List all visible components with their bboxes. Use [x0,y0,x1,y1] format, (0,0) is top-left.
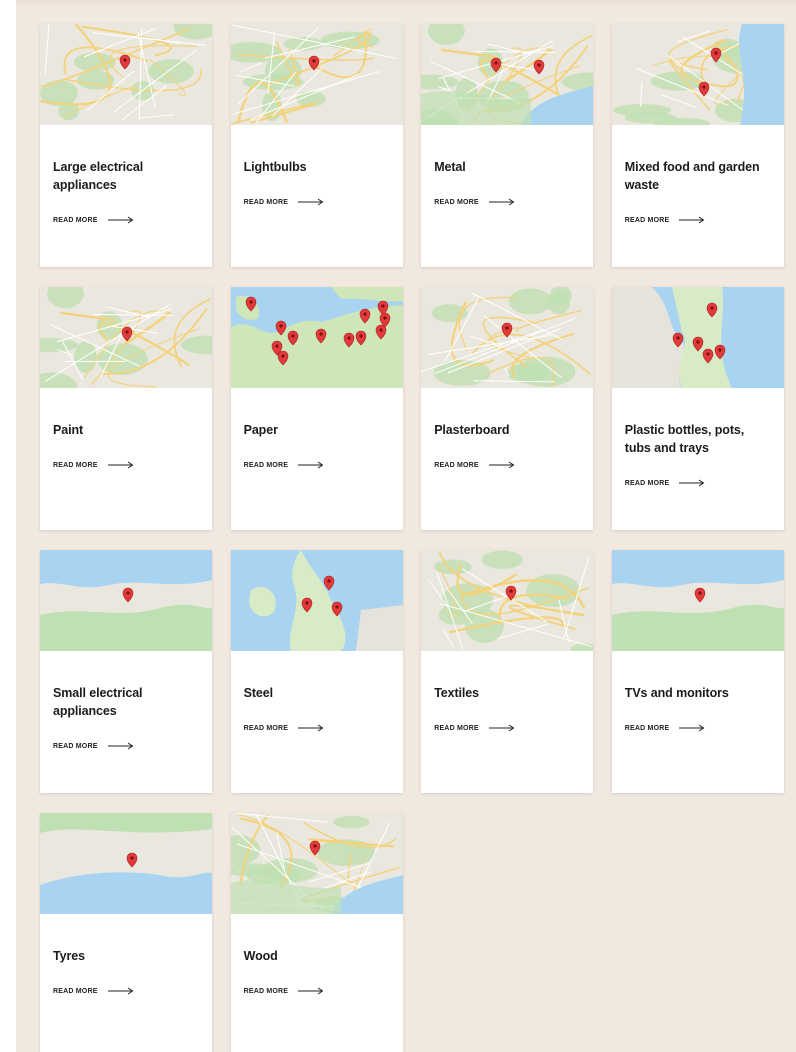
arrow-right-icon [679,724,705,732]
material-card-5[interactable]: Paint READ MORE [40,287,212,530]
material-title: Mixed food and garden waste [624,160,760,192]
arrow-right-icon [488,461,515,469]
arrow-right-icon [488,724,515,732]
arrow-right-icon [107,742,134,750]
arrow-right-icon [679,216,705,224]
location-map[interactable] [230,550,403,651]
read-more-link[interactable]: READ MORE [244,461,391,469]
read-more-link[interactable]: READ MORE [53,987,200,995]
read-more-label: READ MORE [53,742,98,750]
material-card-13[interactable]: Tyres READ MORE [40,813,212,1052]
material-title: Textiles [434,686,480,700]
read-more-link[interactable]: READ MORE [244,987,391,995]
location-map[interactable] [40,813,212,914]
read-more-label: READ MORE [243,987,289,995]
material-title: Steel [243,686,273,700]
material-title: Large electrical appliances [53,160,144,192]
location-map[interactable] [611,287,784,388]
read-more-label: READ MORE [434,724,479,732]
read-more-label: READ MORE [624,724,670,732]
arrow-right-icon [107,461,134,469]
read-more-label: READ MORE [53,461,98,469]
material-card-12[interactable]: TVs and monitors READ MORE [611,550,784,793]
location-map[interactable] [230,287,403,388]
material-title: Paint [53,423,84,437]
material-title: Paper [243,423,278,437]
material-card-11[interactable]: Textiles READ MORE [421,550,594,793]
location-map[interactable] [421,24,594,125]
location-map[interactable] [611,24,784,125]
read-more-link[interactable]: READ MORE [244,724,391,732]
arrow-right-icon [488,198,515,206]
read-more-link[interactable]: READ MORE [625,724,772,732]
read-more-link[interactable]: READ MORE [53,461,200,469]
read-more-link[interactable]: READ MORE [244,198,391,206]
material-card-3[interactable]: Metal READ MORE [421,24,594,267]
read-more-label: READ MORE [624,216,670,224]
read-more-label: READ MORE [243,461,289,469]
read-more-link[interactable]: READ MORE [434,198,581,206]
material-card-1[interactable]: Large electrical appliances READ MORE [40,24,212,267]
location-map[interactable] [230,813,403,914]
read-more-label: READ MORE [434,461,479,469]
location-map[interactable] [40,550,212,651]
material-title: Plasterboard [434,423,510,437]
location-map[interactable] [40,287,212,388]
material-title: Small electrical appliances [53,686,143,718]
arrow-right-icon [298,198,324,206]
material-card-4[interactable]: Mixed food and garden waste READ MORE [611,24,784,267]
material-card-6[interactable]: Paper READ MORE [230,287,403,530]
material-title: Metal [434,160,466,174]
arrow-right-icon [679,479,705,487]
arrow-right-icon [298,987,324,995]
material-card-7[interactable]: Plasterboard READ MORE [421,287,594,530]
read-more-label: READ MORE [243,198,289,206]
material-title: Tyres [53,949,85,963]
read-more-link[interactable]: READ MORE [625,216,772,224]
panel-divider [16,0,796,6]
material-title: Plastic bottles, pots, tubs and trays [624,423,745,455]
read-more-link[interactable]: READ MORE [53,742,200,750]
location-map[interactable] [40,24,212,125]
location-map[interactable] [421,287,594,388]
arrow-right-icon [107,216,134,224]
read-more-link[interactable]: READ MORE [434,724,581,732]
location-map[interactable] [421,550,594,651]
read-more-label: READ MORE [53,216,98,224]
arrow-right-icon [107,987,134,995]
read-more-label: READ MORE [53,987,98,995]
read-more-label: READ MORE [243,724,289,732]
read-more-link[interactable]: READ MORE [625,479,772,487]
recycling-cards-grid: Large electrical appliances READ MORE Li… [40,24,784,1052]
material-card-2[interactable]: Lightbulbs READ MORE [230,24,403,267]
material-card-10[interactable]: Steel READ MORE [230,550,403,793]
material-title: Lightbulbs [243,160,307,174]
arrow-right-icon [298,724,324,732]
material-card-14[interactable]: Wood READ MORE [230,813,403,1052]
location-map[interactable] [230,24,403,125]
arrow-right-icon [298,461,324,469]
location-map[interactable] [611,550,784,651]
material-card-8[interactable]: Plastic bottles, pots, tubs and trays RE… [611,287,784,530]
material-card-9[interactable]: Small electrical appliances READ MORE [40,550,212,793]
read-more-label: READ MORE [624,479,670,487]
material-title: TVs and monitors [624,686,729,700]
read-more-link[interactable]: READ MORE [53,216,200,224]
read-more-label: READ MORE [434,198,479,206]
material-title: Wood [243,949,278,963]
read-more-link[interactable]: READ MORE [434,461,581,469]
